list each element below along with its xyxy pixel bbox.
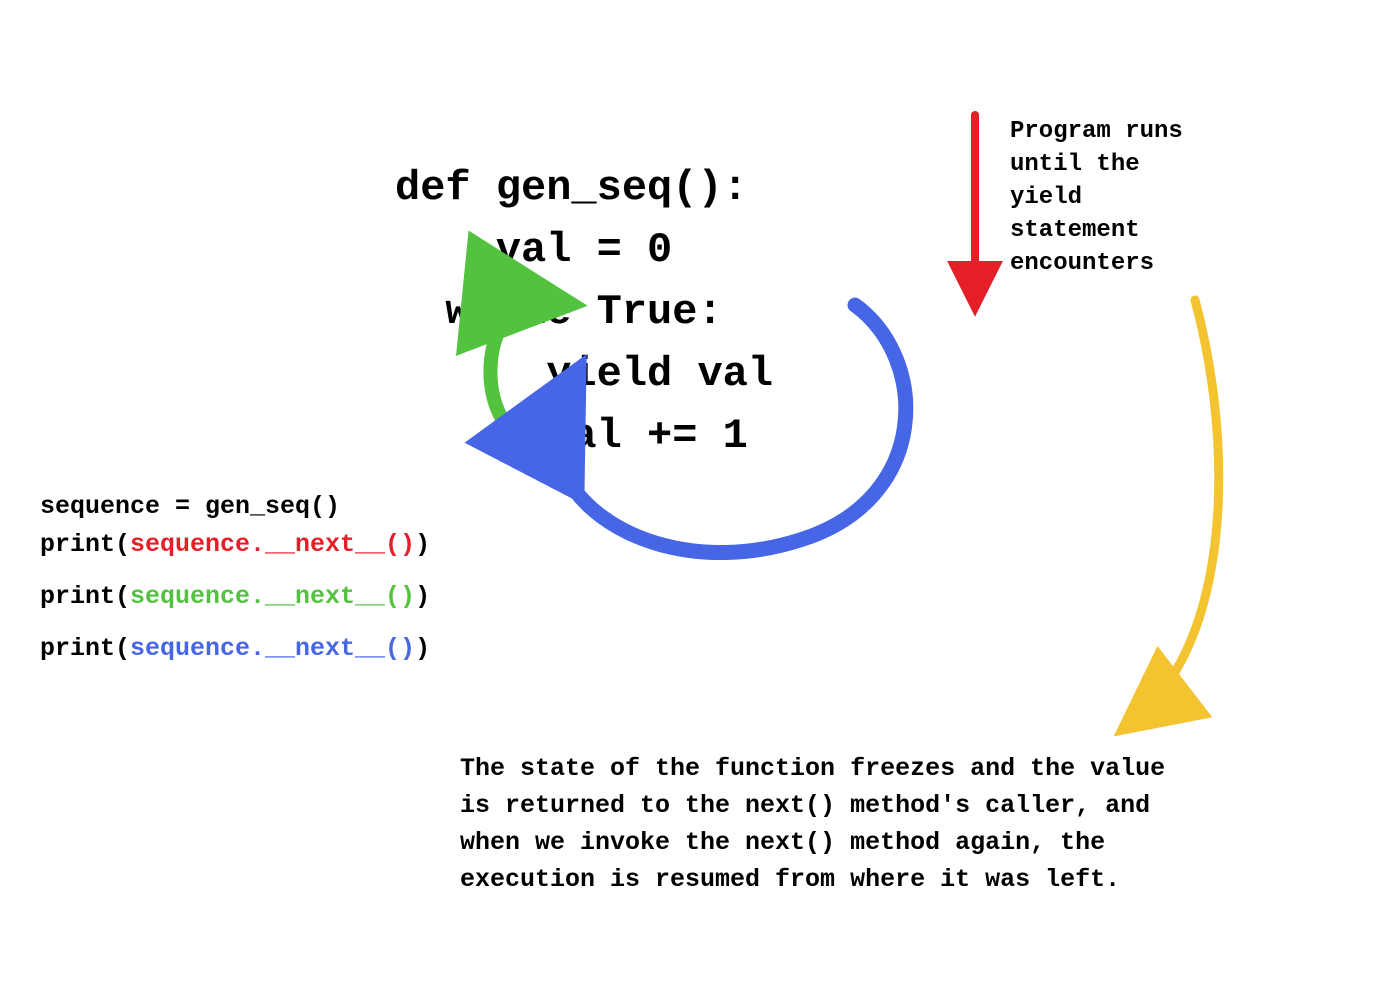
- arrow-yellow-down: [1135, 300, 1219, 720]
- code-line-5: val += 1: [395, 412, 748, 460]
- code-line-3: while True:: [395, 288, 723, 336]
- code-line-2: val = 0: [395, 226, 672, 274]
- print-line-3: print(sequence.__next__()): [40, 632, 430, 666]
- annotation-run-until-yield: Program runs until the yield statement e…: [1010, 115, 1220, 280]
- diagram-canvas: def gen_seq(): val = 0 while True: yield…: [0, 0, 1400, 1000]
- code-line-4: yield val: [395, 350, 773, 398]
- next-call-red: sequence.__next__(): [130, 530, 415, 559]
- caller-code-block: sequence = gen_seq() print(sequence.__ne…: [40, 490, 430, 670]
- print-line-1: print(sequence.__next__()): [40, 528, 430, 562]
- next-call-blue: sequence.__next__(): [130, 634, 415, 663]
- print-line-2: print(sequence.__next__()): [40, 580, 430, 614]
- code-line-1: def gen_seq():: [395, 164, 748, 212]
- generator-code-block: def gen_seq(): val = 0 while True: yield…: [395, 95, 773, 529]
- assign-line: sequence = gen_seq(): [40, 490, 430, 524]
- next-call-green: sequence.__next__(): [130, 582, 415, 611]
- annotation-freeze-explain: The state of the function freezes and th…: [460, 750, 1180, 898]
